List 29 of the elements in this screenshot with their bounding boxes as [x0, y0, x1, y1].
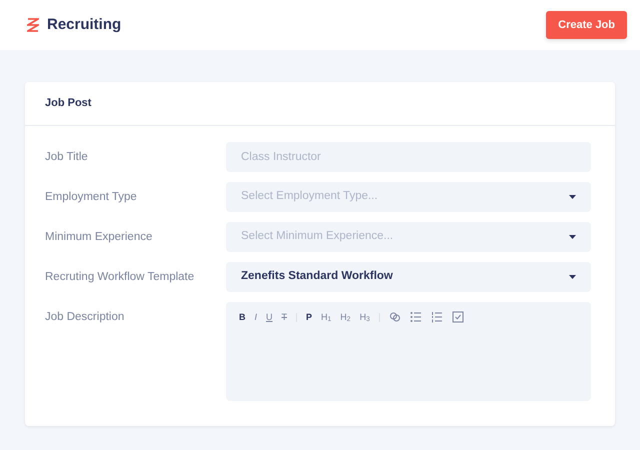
format-button[interactable]: U	[266, 312, 273, 322]
logo-icon	[27, 17, 39, 33]
field-label: Employment Type	[45, 190, 138, 205]
format-button[interactable]: P	[306, 312, 312, 322]
link-icon[interactable]	[388, 311, 401, 323]
input-field[interactable]: Class Instructor	[226, 142, 591, 172]
format-button[interactable]: B	[239, 312, 246, 322]
field-label: Recruting Workflow Template	[45, 270, 196, 285]
bullet-list-icon[interactable]	[410, 311, 422, 323]
checkbox-icon[interactable]	[452, 311, 464, 323]
caret-icon	[569, 275, 576, 279]
app-title: Recruiting	[47, 14, 122, 35]
card-title: Job Post	[45, 96, 92, 112]
select-field[interactable]: Select Employment Type...	[226, 182, 591, 212]
field-label: Job Description	[45, 310, 126, 325]
format-button[interactable]: I	[254, 312, 258, 322]
format-button[interactable]: H$_{2}$	[340, 312, 351, 322]
select-field[interactable]: Zenefits Standard Workflow	[226, 262, 591, 292]
text-editor[interactable]: B I U T P H$_{1}$ H$_{2}$ H$_{3}$	[226, 302, 591, 401]
format-button[interactable]: T	[282, 312, 288, 322]
format-button[interactable]: H$_{1}$	[321, 312, 332, 322]
field-label: Minimum Experience	[45, 230, 154, 245]
caret-icon	[569, 195, 576, 199]
format-button[interactable]: H$_{3}$	[360, 312, 370, 322]
field-label: Job Title	[45, 150, 89, 165]
create-job-button[interactable]: Create Job	[546, 11, 627, 39]
caret-icon	[569, 235, 576, 239]
select-field[interactable]: Select Minimum Experience...	[226, 222, 591, 252]
numbered-list-icon[interactable]	[430, 311, 443, 323]
